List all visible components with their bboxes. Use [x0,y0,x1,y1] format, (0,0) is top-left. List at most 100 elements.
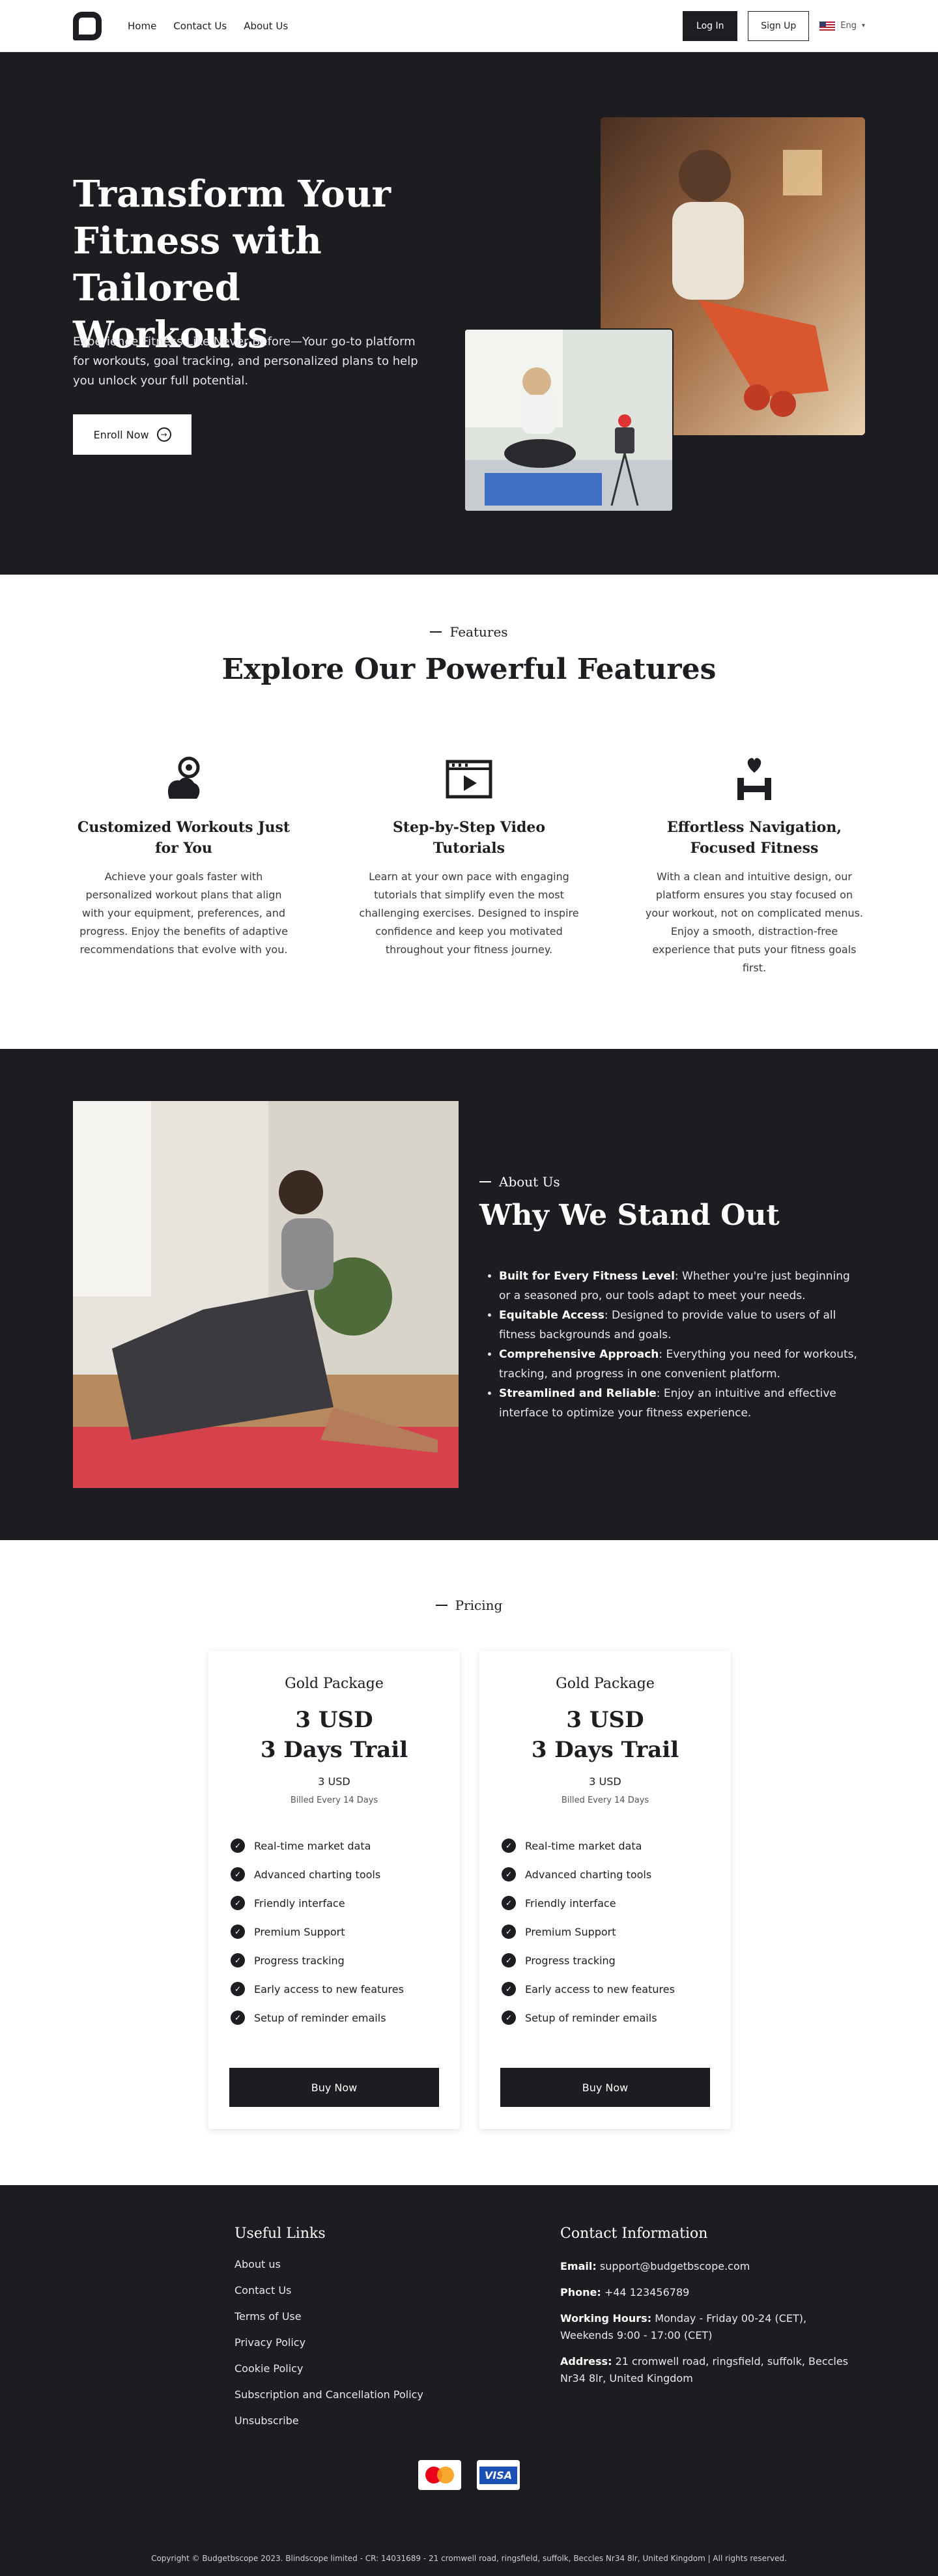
language-selector[interactable]: Eng ▾ [819,21,865,31]
enroll-now-button[interactable]: Enroll Now → [73,414,192,455]
checkmark-icon: ✓ [502,1925,516,1939]
checkmark-icon: ✓ [231,1896,245,1910]
language-label: Eng [840,21,857,31]
point-title: Streamlined and Reliable [499,1387,657,1400]
list-item: ✓ Premium Support [502,1917,731,1946]
checkmark-icon: ✓ [231,1839,245,1853]
package-features-list: ✓ Real-time market data ✓ Advanced chartin… [502,1831,731,2032]
hero-woman-tablet-image [464,328,674,512]
dash-divider [435,1605,448,1606]
signup-button[interactable]: Sign Up [748,10,810,41]
enroll-now-label: Enroll Now [93,428,149,441]
dash-divider [430,631,442,633]
contact-address: Address: 21 cromwell road, ringsfield, s… [560,2353,860,2387]
footer-link-privacy[interactable]: Privacy Policy [234,2336,423,2362]
footer-link-terms[interactable]: Terms of Use [234,2310,423,2336]
email-label: Email: [560,2260,597,2272]
checkmark-icon: ✓ [231,1953,245,1968]
package-small-price: 3 USD [318,1775,350,1788]
feature-title: Effortless Navigation, Focused Fitness [666,819,842,857]
checkmark-icon: ✓ [502,1982,516,1996]
chevron-down-icon: ▾ [861,22,865,29]
contact-email: Email: support@budgetbscope.com [560,2258,860,2275]
point-title: Equitable Access [499,1309,604,1322]
list-item: ✓ Advanced charting tools [502,1860,731,1889]
package-trial: 3 Days Trail [260,1737,408,1763]
visa-icon: VISA [477,2460,520,2490]
phone-value: +44 123456789 [604,2286,690,2298]
feature-text: Learn at your own pace with engaging tut… [359,870,579,956]
list-item: ✓ Real-time market data [502,1831,731,1860]
footer-link-cookie[interactable]: Cookie Policy [234,2362,423,2388]
feature-label: Advanced charting tools [525,1868,652,1881]
contact-info: Email: support@budgetbscope.com Phone: +… [560,2258,860,2396]
about-eyebrow-label: About Us [499,1174,560,1190]
buy-now-button[interactable]: Buy Now [500,2068,710,2107]
feature-card-video-tutorials: Step-by-Step Video Tutorials Learn at yo… [358,756,580,959]
list-item: Built for Every Fitness Level: Whether y… [499,1267,864,1306]
login-button[interactable]: Log In [683,10,738,41]
point-title: Comprehensive Approach [499,1348,659,1361]
about-woman-stretching-image [73,1101,459,1488]
about-section: About Us Why We Stand Out Built for Ever… [0,1049,938,1540]
list-item: ✓ Real-time market data [231,1831,460,1860]
nav-contact-link[interactable]: Contact Us [173,20,227,32]
hero-description: Experience Fitness Like Never Before—You… [73,335,418,388]
feature-label: Early access to new features [254,1982,404,1996]
pricing-eyebrow: Pricing [0,1597,938,1613]
list-item: ✓ Friendly interface [231,1889,460,1917]
brand-logo[interactable] [73,11,102,40]
package-name: Gold Package [556,1676,655,1692]
list-item: ✓ Friendly interface [502,1889,731,1917]
billing-period: Billed Every 14 Days [561,1796,649,1805]
feature-label: Premium Support [254,1925,345,1938]
contact-info-title: Contact Information [560,2225,708,2242]
footer-link-unsubscribe[interactable]: Unsubscribe [234,2414,423,2440]
features-eyebrow: Features [0,624,938,640]
point-title: Built for Every Fitness Level [499,1270,675,1283]
feature-label: Friendly interface [525,1896,616,1910]
useful-links-title: Useful Links [234,2225,326,2242]
video-player-icon [358,756,580,803]
useful-links-list: About us Contact Us Terms of Use Privacy… [234,2258,423,2440]
arrow-right-circle-icon: → [156,427,171,442]
site-header: Home Contact Us About Us Log In Sign Up … [0,0,938,52]
checkmark-icon: ✓ [502,1896,516,1910]
feature-text: With a clean and intuitive design, our p… [645,870,864,974]
list-item: Equitable Access: Designed to provide va… [499,1306,864,1345]
feature-title: Customized Workouts Just for You [77,819,291,857]
features-section: Features Explore Our Powerful Features C… [0,575,938,1049]
billing-period: Billed Every 14 Days [290,1796,378,1805]
package-features-list: ✓ Real-time market data ✓ Advanced chartin… [231,1831,460,2032]
flexed-arm-icon [73,756,294,803]
heart-dumbbell-icon [644,756,865,803]
hours-label: Working Hours: [560,2312,652,2325]
feature-label: Friendly interface [254,1896,345,1910]
dash-divider [479,1181,491,1182]
checkmark-icon: ✓ [502,1839,516,1853]
list-item: ✓ Setup of reminder emails [231,2003,460,2032]
email-link[interactable]: support@budgetbscope.com [600,2260,750,2272]
pricing-eyebrow-label: Pricing [455,1597,503,1613]
features-title: Explore Our Powerful Features [221,653,717,686]
feature-label: Progress tracking [254,1954,345,1967]
contact-phone: Phone: +44 123456789 [560,2284,860,2301]
buy-now-button[interactable]: Buy Now [229,2068,439,2107]
list-item: ✓ Early access to new features [231,1975,460,2003]
list-item: Streamlined and Reliable: Enjoy an intui… [499,1384,864,1423]
footer-link-contact[interactable]: Contact Us [234,2284,423,2310]
package-name: Gold Package [285,1676,384,1692]
nav-about-link[interactable]: About Us [244,20,288,32]
visa-label: VISA [479,2466,518,2484]
feature-label: Advanced charting tools [254,1868,381,1881]
hero-title: Transform Your Fitness with Tailored Wor… [73,173,391,356]
footer-link-about[interactable]: About us [234,2258,423,2284]
nav-home-link[interactable]: Home [128,20,156,32]
about-eyebrow: About Us [479,1174,560,1190]
main-nav: Home Contact Us About Us [128,20,288,32]
footer-link-subscription[interactable]: Subscription and Cancellation Policy [234,2388,423,2414]
package-small-price: 3 USD [589,1775,621,1788]
address-label: Address: [560,2355,612,2368]
package-price: 3 USD [295,1707,373,1733]
phone-label: Phone: [560,2286,601,2298]
